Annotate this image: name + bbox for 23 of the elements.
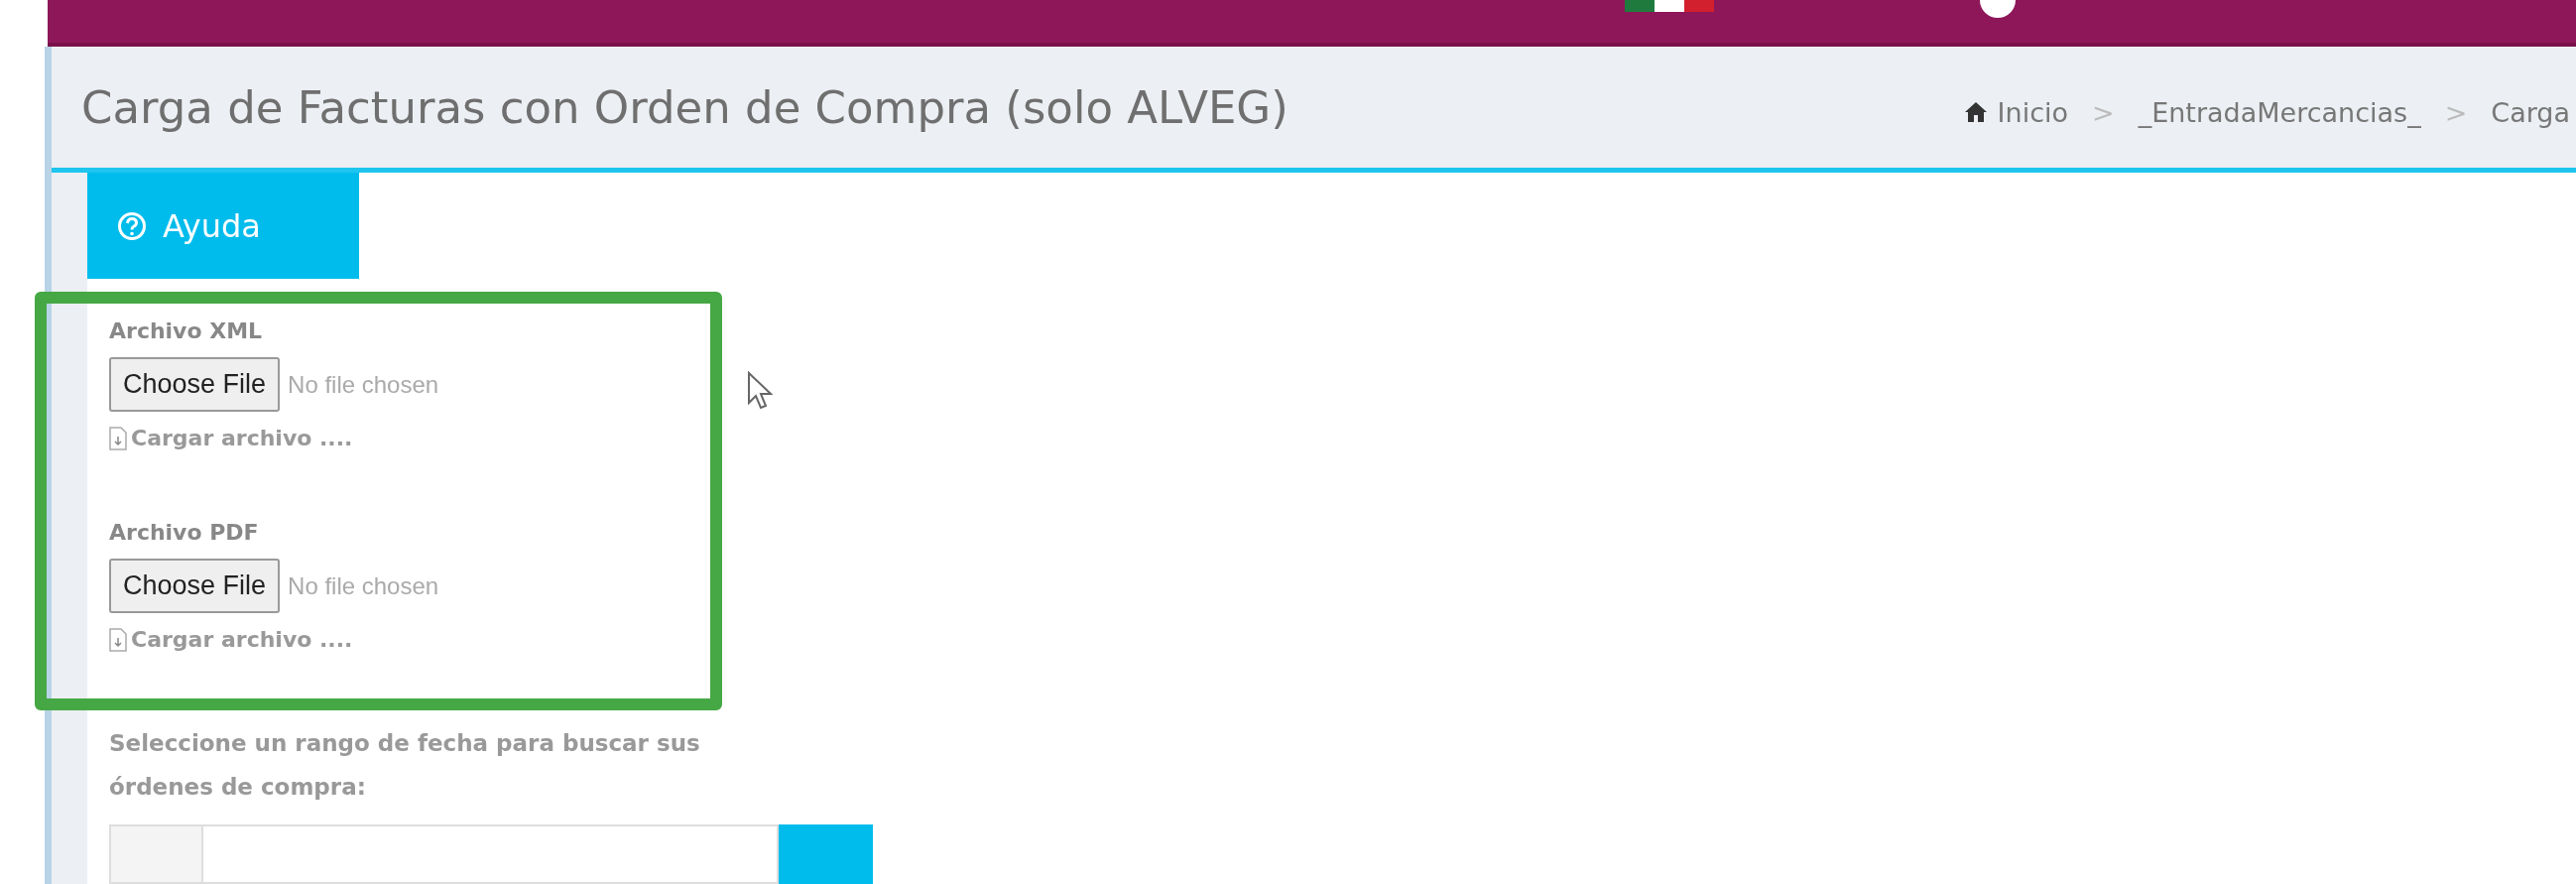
flag-icon[interactable] (1625, 0, 1714, 12)
breadcrumb-separator: > (2092, 96, 2115, 128)
choose-file-button[interactable]: Choose File (109, 357, 281, 412)
home-icon (1963, 101, 1988, 123)
date-range-field[interactable] (203, 824, 779, 884)
field-label: Archivo XML (109, 318, 264, 343)
file-status: No file chosen (288, 571, 439, 600)
date-range-prompt: Seleccione un rango de fecha para buscar sus órdenes de compra: (109, 729, 701, 802)
breadcrumb-link[interactable]: _EntradaMercancias_ (2138, 96, 2421, 128)
breadcrumb-separator: > (2444, 96, 2468, 128)
file-status: No file chosen (288, 370, 439, 399)
choose-file-button[interactable]: Choose File (109, 559, 281, 613)
file-icon (109, 627, 127, 652)
cursor-icon (747, 371, 773, 411)
upload-hint: Cargar archivo .... (131, 627, 353, 652)
help-icon (117, 210, 147, 241)
breadcrumb-link[interactable]: Carga (2491, 96, 2570, 128)
page-title: Carga de Facturas con Orden de Compra (solo ALVEG) (81, 80, 1288, 134)
field-label: Archivo PDF (109, 520, 260, 545)
file-icon (109, 426, 127, 450)
breadcrumb-link[interactable]: Inicio (1963, 96, 2069, 128)
upload-hint: Cargar archivo .... (131, 426, 353, 450)
help-tab[interactable]: Ayuda (87, 173, 359, 279)
